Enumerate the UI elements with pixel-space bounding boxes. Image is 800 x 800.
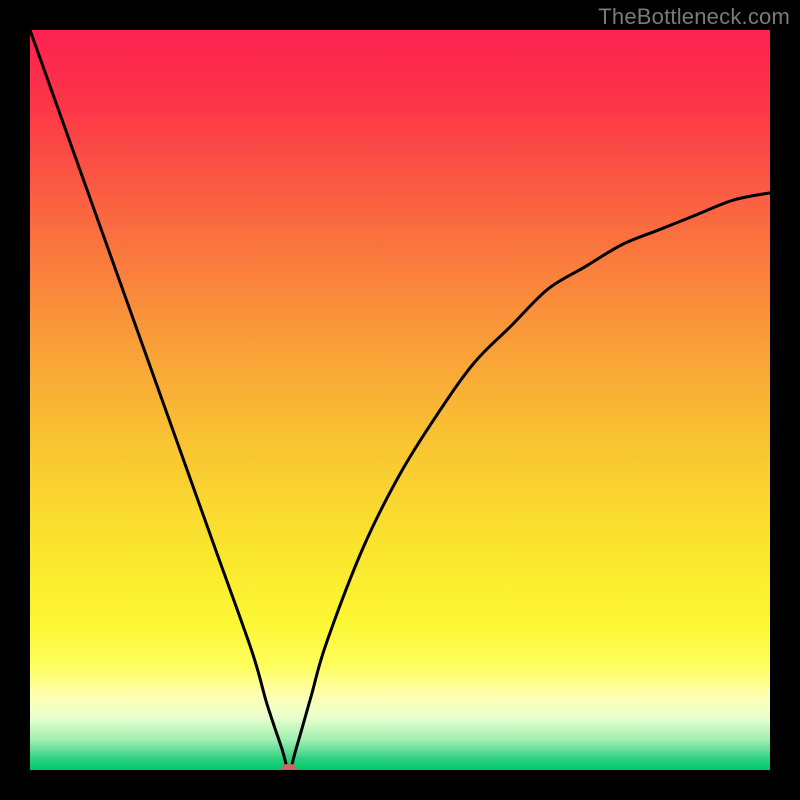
watermark-text: TheBottleneck.com xyxy=(598,4,790,30)
minimum-marker xyxy=(281,764,297,770)
plot-area xyxy=(30,30,770,770)
bottleneck-curve xyxy=(30,30,770,770)
chart-container: TheBottleneck.com xyxy=(0,0,800,800)
